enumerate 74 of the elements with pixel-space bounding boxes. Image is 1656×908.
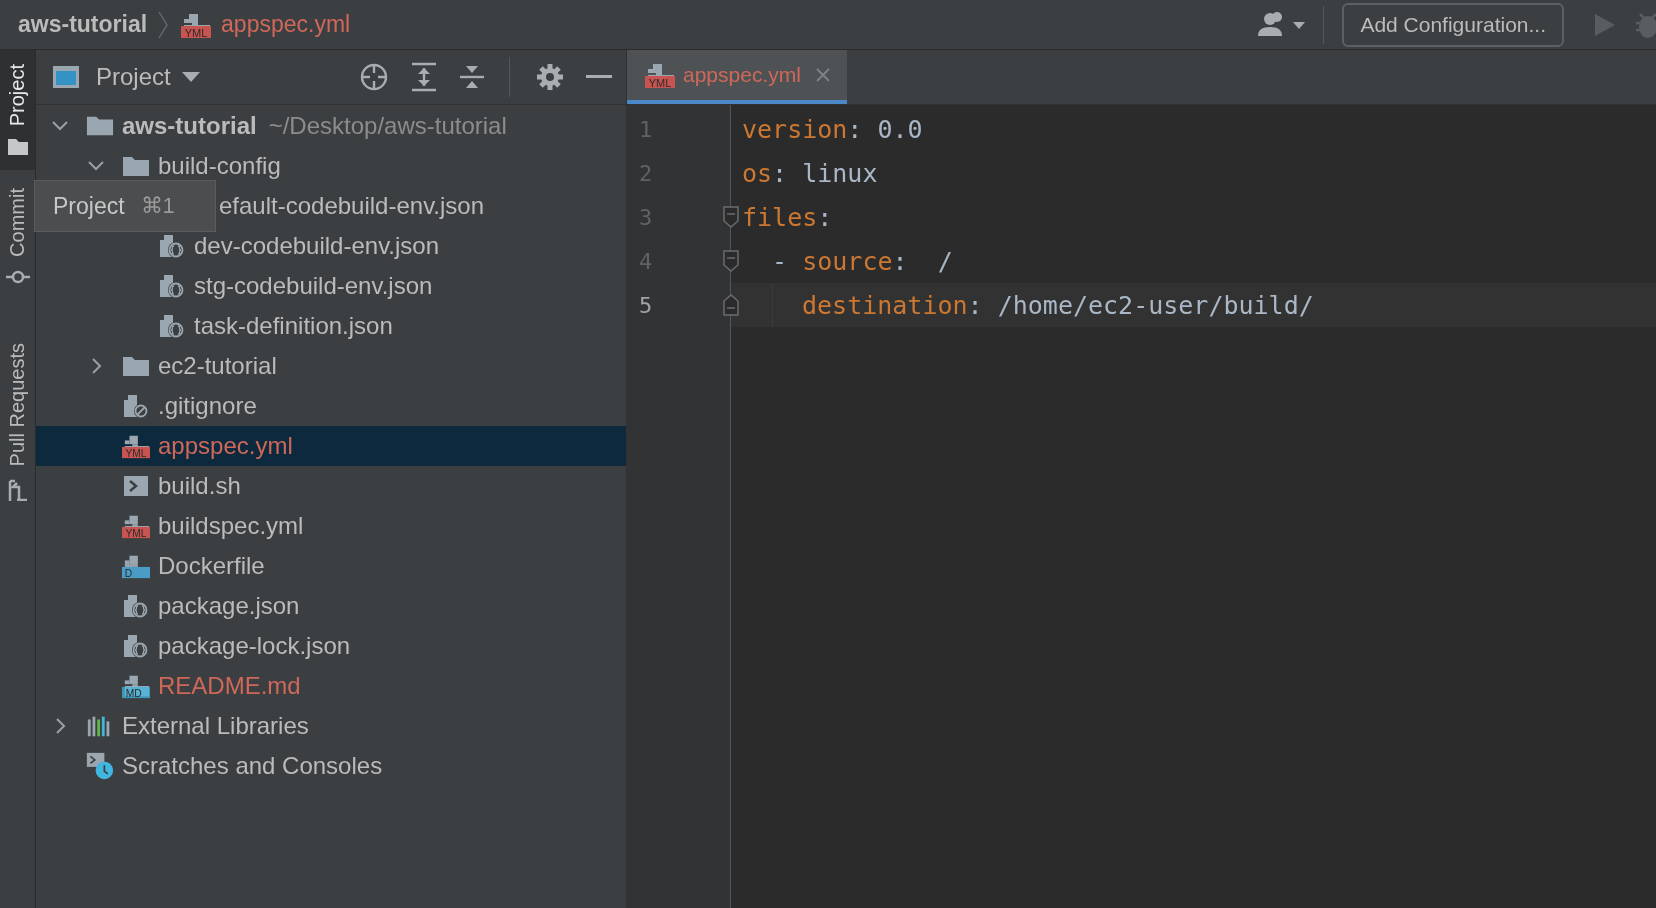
tree-row[interactable]: dev-codebuild-env.json <box>36 226 626 266</box>
file-name: appspec.yml <box>158 432 293 460</box>
code-line: version: 0.0 <box>742 114 923 144</box>
tree-row[interactable]: External Libraries <box>36 706 626 746</box>
tool-window-tab[interactable]: Commit <box>0 174 35 300</box>
json-file-icon <box>158 313 186 339</box>
pull-request-icon <box>6 478 29 501</box>
tooltip-text: Project <box>53 192 125 220</box>
json-file-icon <box>122 633 150 659</box>
file-name: buildspec.yml <box>158 512 304 540</box>
folder-icon <box>86 114 114 138</box>
tree-row[interactable]: MD README.md <box>36 666 626 706</box>
folder-icon <box>122 154 150 178</box>
file-name: build.sh <box>158 472 241 500</box>
file-name: README.md <box>158 672 301 700</box>
line-number: 5 <box>639 292 653 318</box>
tree-row[interactable]: .gitignore <box>36 386 626 426</box>
file-name: Dockerfile <box>158 552 265 580</box>
dropdown-icon[interactable] <box>180 71 201 83</box>
tree-row[interactable]: aws-tutorial ~/Desktop/aws-tutorial <box>36 106 626 146</box>
fold-marker-icon[interactable] <box>722 249 740 273</box>
settings-icon[interactable] <box>536 63 564 91</box>
tab-label: appspec.yml <box>683 63 801 87</box>
tool-window-tab[interactable]: Pull Requests <box>0 329 35 515</box>
shortcut-text: ⌘1 <box>140 193 175 219</box>
file-name: .gitignore <box>158 392 257 420</box>
folder-name: Scratches and Consoles <box>122 752 383 780</box>
tree-row[interactable]: YML appspec.yml <box>36 426 626 466</box>
folder-name: aws-tutorial <box>122 112 257 140</box>
file-name: dev-codebuild-env.json <box>194 232 440 260</box>
code-line: os: linux <box>742 158 878 188</box>
code-line: destination: /home/ec2-user/build/ <box>802 290 1314 320</box>
locate-icon[interactable] <box>359 62 389 92</box>
json-file-icon <box>122 593 150 619</box>
editor-tab[interactable]: YML appspec.yml <box>627 50 847 104</box>
folder-name: External Libraries <box>122 712 309 740</box>
code-line: files: <box>742 202 833 232</box>
folder-path: ~/Desktop/aws-tutorial <box>268 112 507 140</box>
clock-terminal-icon <box>86 750 114 782</box>
file-name: stg-codebuild-env.json <box>194 272 433 300</box>
tree-row[interactable]: Scratches and Consoles <box>36 746 626 786</box>
panel-title[interactable]: Project <box>96 63 171 91</box>
breadcrumb-item[interactable]: aws-tutorial <box>18 11 148 38</box>
expand-all-icon[interactable] <box>411 62 437 92</box>
json-file-icon <box>158 233 186 259</box>
tree-row[interactable]: D Dockerfile <box>36 546 626 586</box>
tree-row[interactable]: ec2-tutorial <box>36 346 626 386</box>
commit-icon <box>5 269 30 286</box>
folder-icon <box>6 138 29 157</box>
project-window-icon <box>52 65 80 89</box>
file-name: task-definition.json <box>194 312 393 340</box>
separator-icon <box>157 9 170 40</box>
fold-marker-icon[interactable] <box>722 205 740 229</box>
file-name: package-lock.json <box>158 632 351 660</box>
json-file-icon <box>158 273 186 299</box>
tool-window-tab[interactable]: Project <box>0 50 35 171</box>
fold-marker-icon[interactable] <box>722 293 740 317</box>
ignore-file-icon <box>122 393 150 419</box>
tree-row[interactable]: stg-codebuild-env.json <box>36 266 626 306</box>
add-configuration-button[interactable]: Add Configuration... <box>1342 2 1564 47</box>
tree-row[interactable]: YML buildspec.yml <box>36 506 626 546</box>
minimize-icon[interactable] <box>586 74 612 80</box>
folder-name: build-config <box>158 152 281 180</box>
breadcrumb-item[interactable]: appspec.yml <box>221 11 351 38</box>
tree-row[interactable]: package-lock.json <box>36 626 626 666</box>
folder-name: ec2-tutorial <box>158 352 277 380</box>
file-name: package.json <box>158 592 300 620</box>
tree-row[interactable]: package.json <box>36 586 626 626</box>
folder-icon <box>122 354 150 378</box>
code-line: - source: / <box>771 246 953 276</box>
tree-row[interactable]: build.sh <box>36 466 626 506</box>
tree-row[interactable]: build-config <box>36 146 626 186</box>
terminal-file-icon <box>123 474 149 498</box>
tree-row[interactable]: task-definition.json <box>36 306 626 346</box>
